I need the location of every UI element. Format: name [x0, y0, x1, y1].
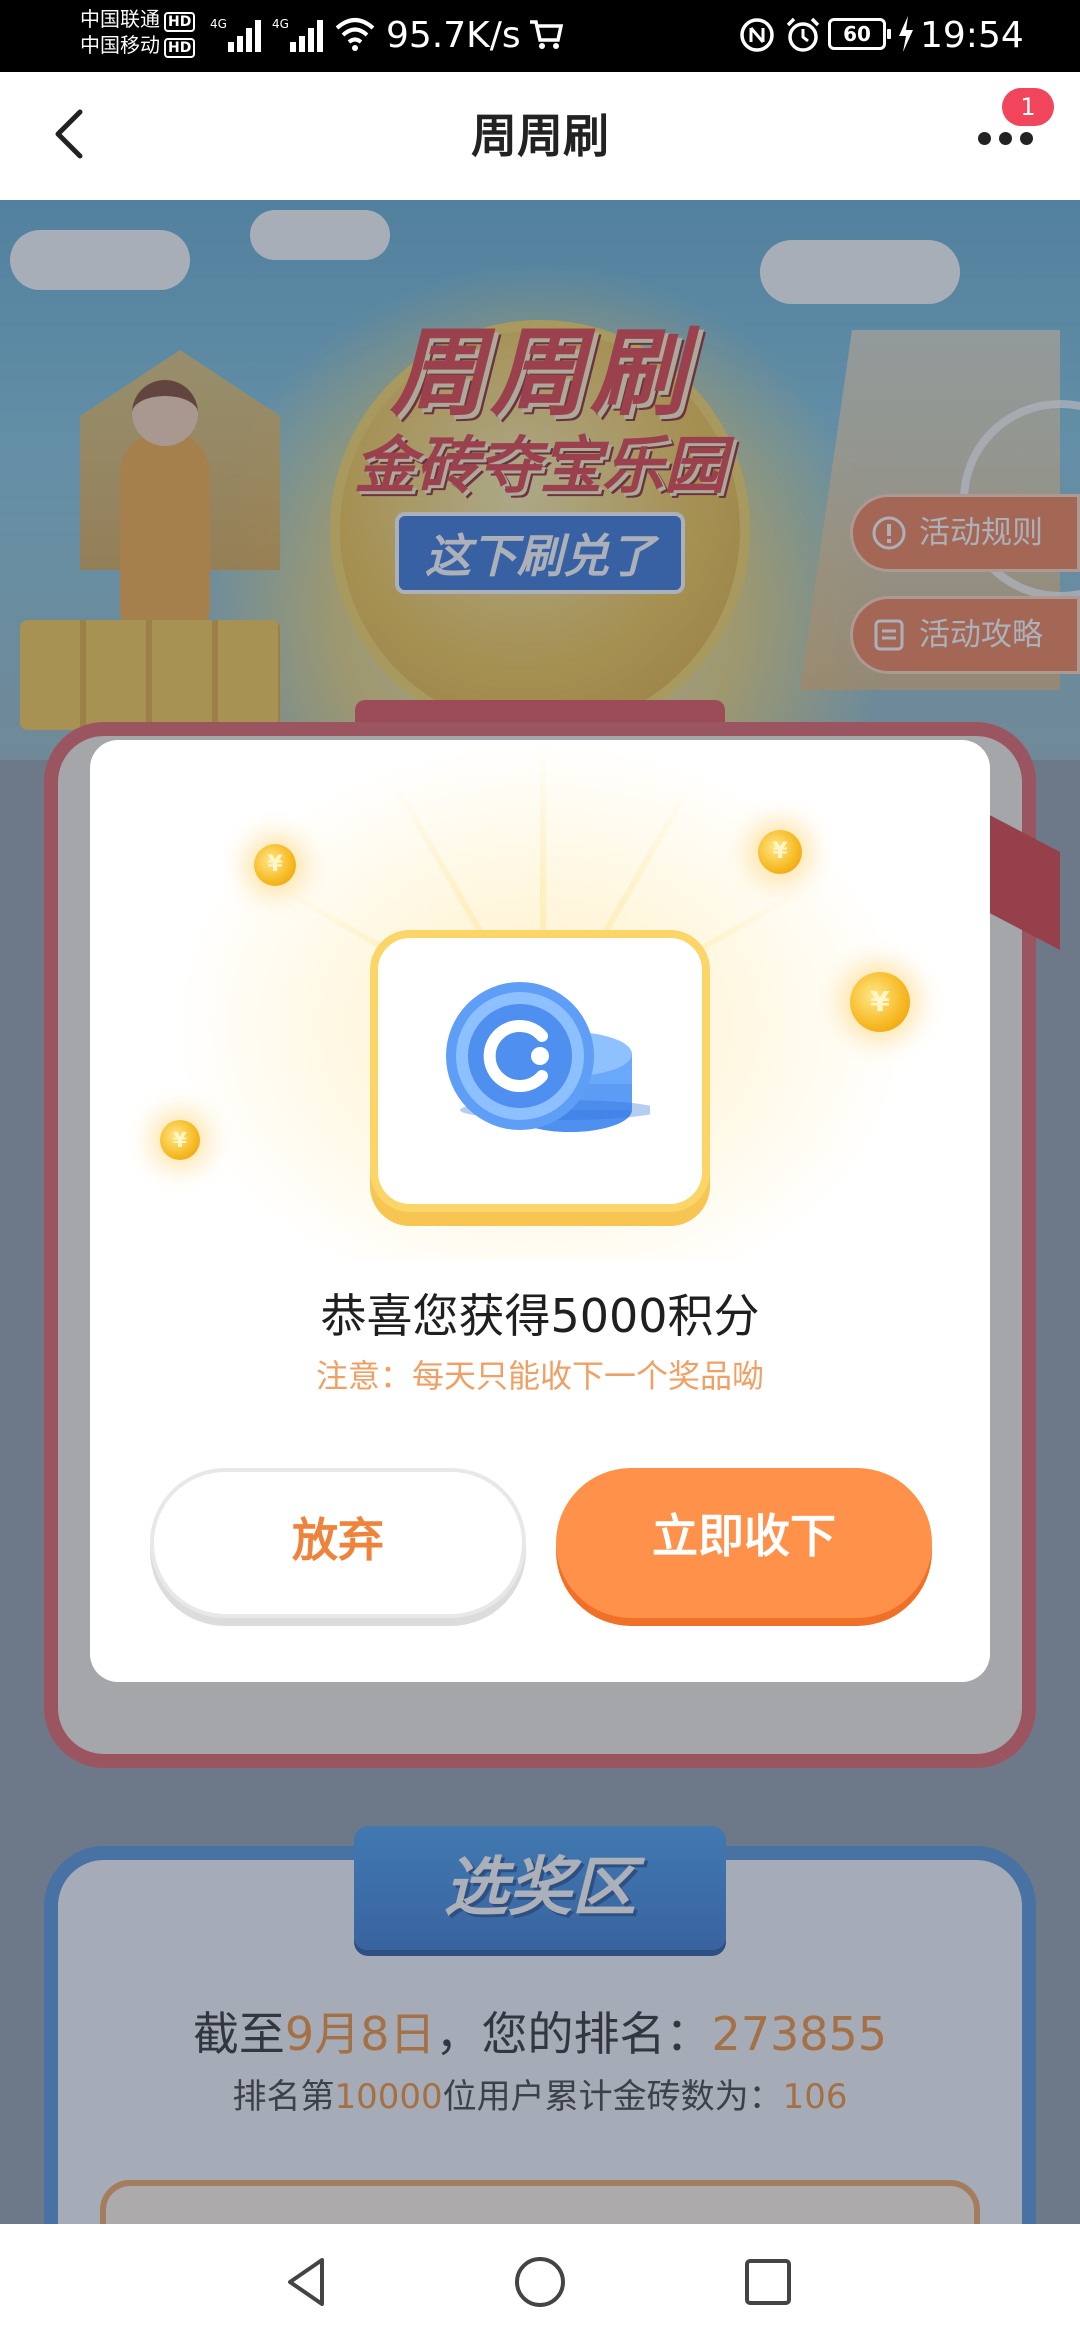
coin-icon: ¥ [850, 972, 910, 1032]
cart-icon [530, 20, 564, 49]
status-bar: 中国联通 HD 中国移动 HD 4G 4G 95.7K/s 60 19:54 [0, 0, 1080, 72]
system-nav-bar [0, 2224, 1080, 2340]
coin-icon: ¥ [254, 844, 296, 886]
reward-dialog: ¥ ¥ ¥ ¥ 恭喜您获得5000积分 注意：每天只能收下一个奖品呦 放弃 立即… [90, 740, 990, 1682]
give-up-button[interactable]: 放弃 [150, 1468, 526, 1618]
clock: 19:54 [920, 15, 1024, 56]
network-speed: 95.7K/s [386, 15, 521, 56]
accept-now-button[interactable]: 立即收下 [556, 1468, 932, 1618]
signal-icon: 4G [272, 17, 323, 52]
signal-icon: 4G [210, 17, 261, 52]
nav-recents-icon[interactable] [736, 2250, 800, 2314]
coin-icon: ¥ [758, 830, 802, 874]
hd-badge: HD [164, 38, 196, 58]
nav-back-icon[interactable] [276, 2250, 340, 2314]
carrier2-label: 中国移动 [80, 33, 160, 57]
net-type-label: 4G [210, 17, 227, 31]
hd-badge: HD [164, 12, 196, 32]
nav-home-icon[interactable] [508, 2250, 572, 2314]
points-coin-icon [446, 982, 650, 1132]
reward-title: 恭喜您获得5000积分 [320, 1289, 760, 1343]
battery-icon: 60 [828, 18, 891, 50]
carrier1-label: 中国联通 [80, 7, 160, 31]
coin-icon: ¥ [160, 1120, 200, 1160]
net-type-label: 4G [272, 17, 289, 31]
page-title: 周周刷 [471, 109, 609, 163]
reward-note: 注意：每天只能收下一个奖品呦 [315, 1357, 764, 1395]
nfc-icon [740, 18, 774, 52]
alarm-icon [786, 17, 820, 52]
wifi-icon [335, 18, 375, 51]
carrier-info: 中国联通 HD 中国移动 HD [80, 6, 196, 58]
charging-icon [899, 16, 913, 52]
nav-header: 周周刷 [0, 72, 1080, 200]
notification-badge: 1 [1002, 88, 1054, 126]
